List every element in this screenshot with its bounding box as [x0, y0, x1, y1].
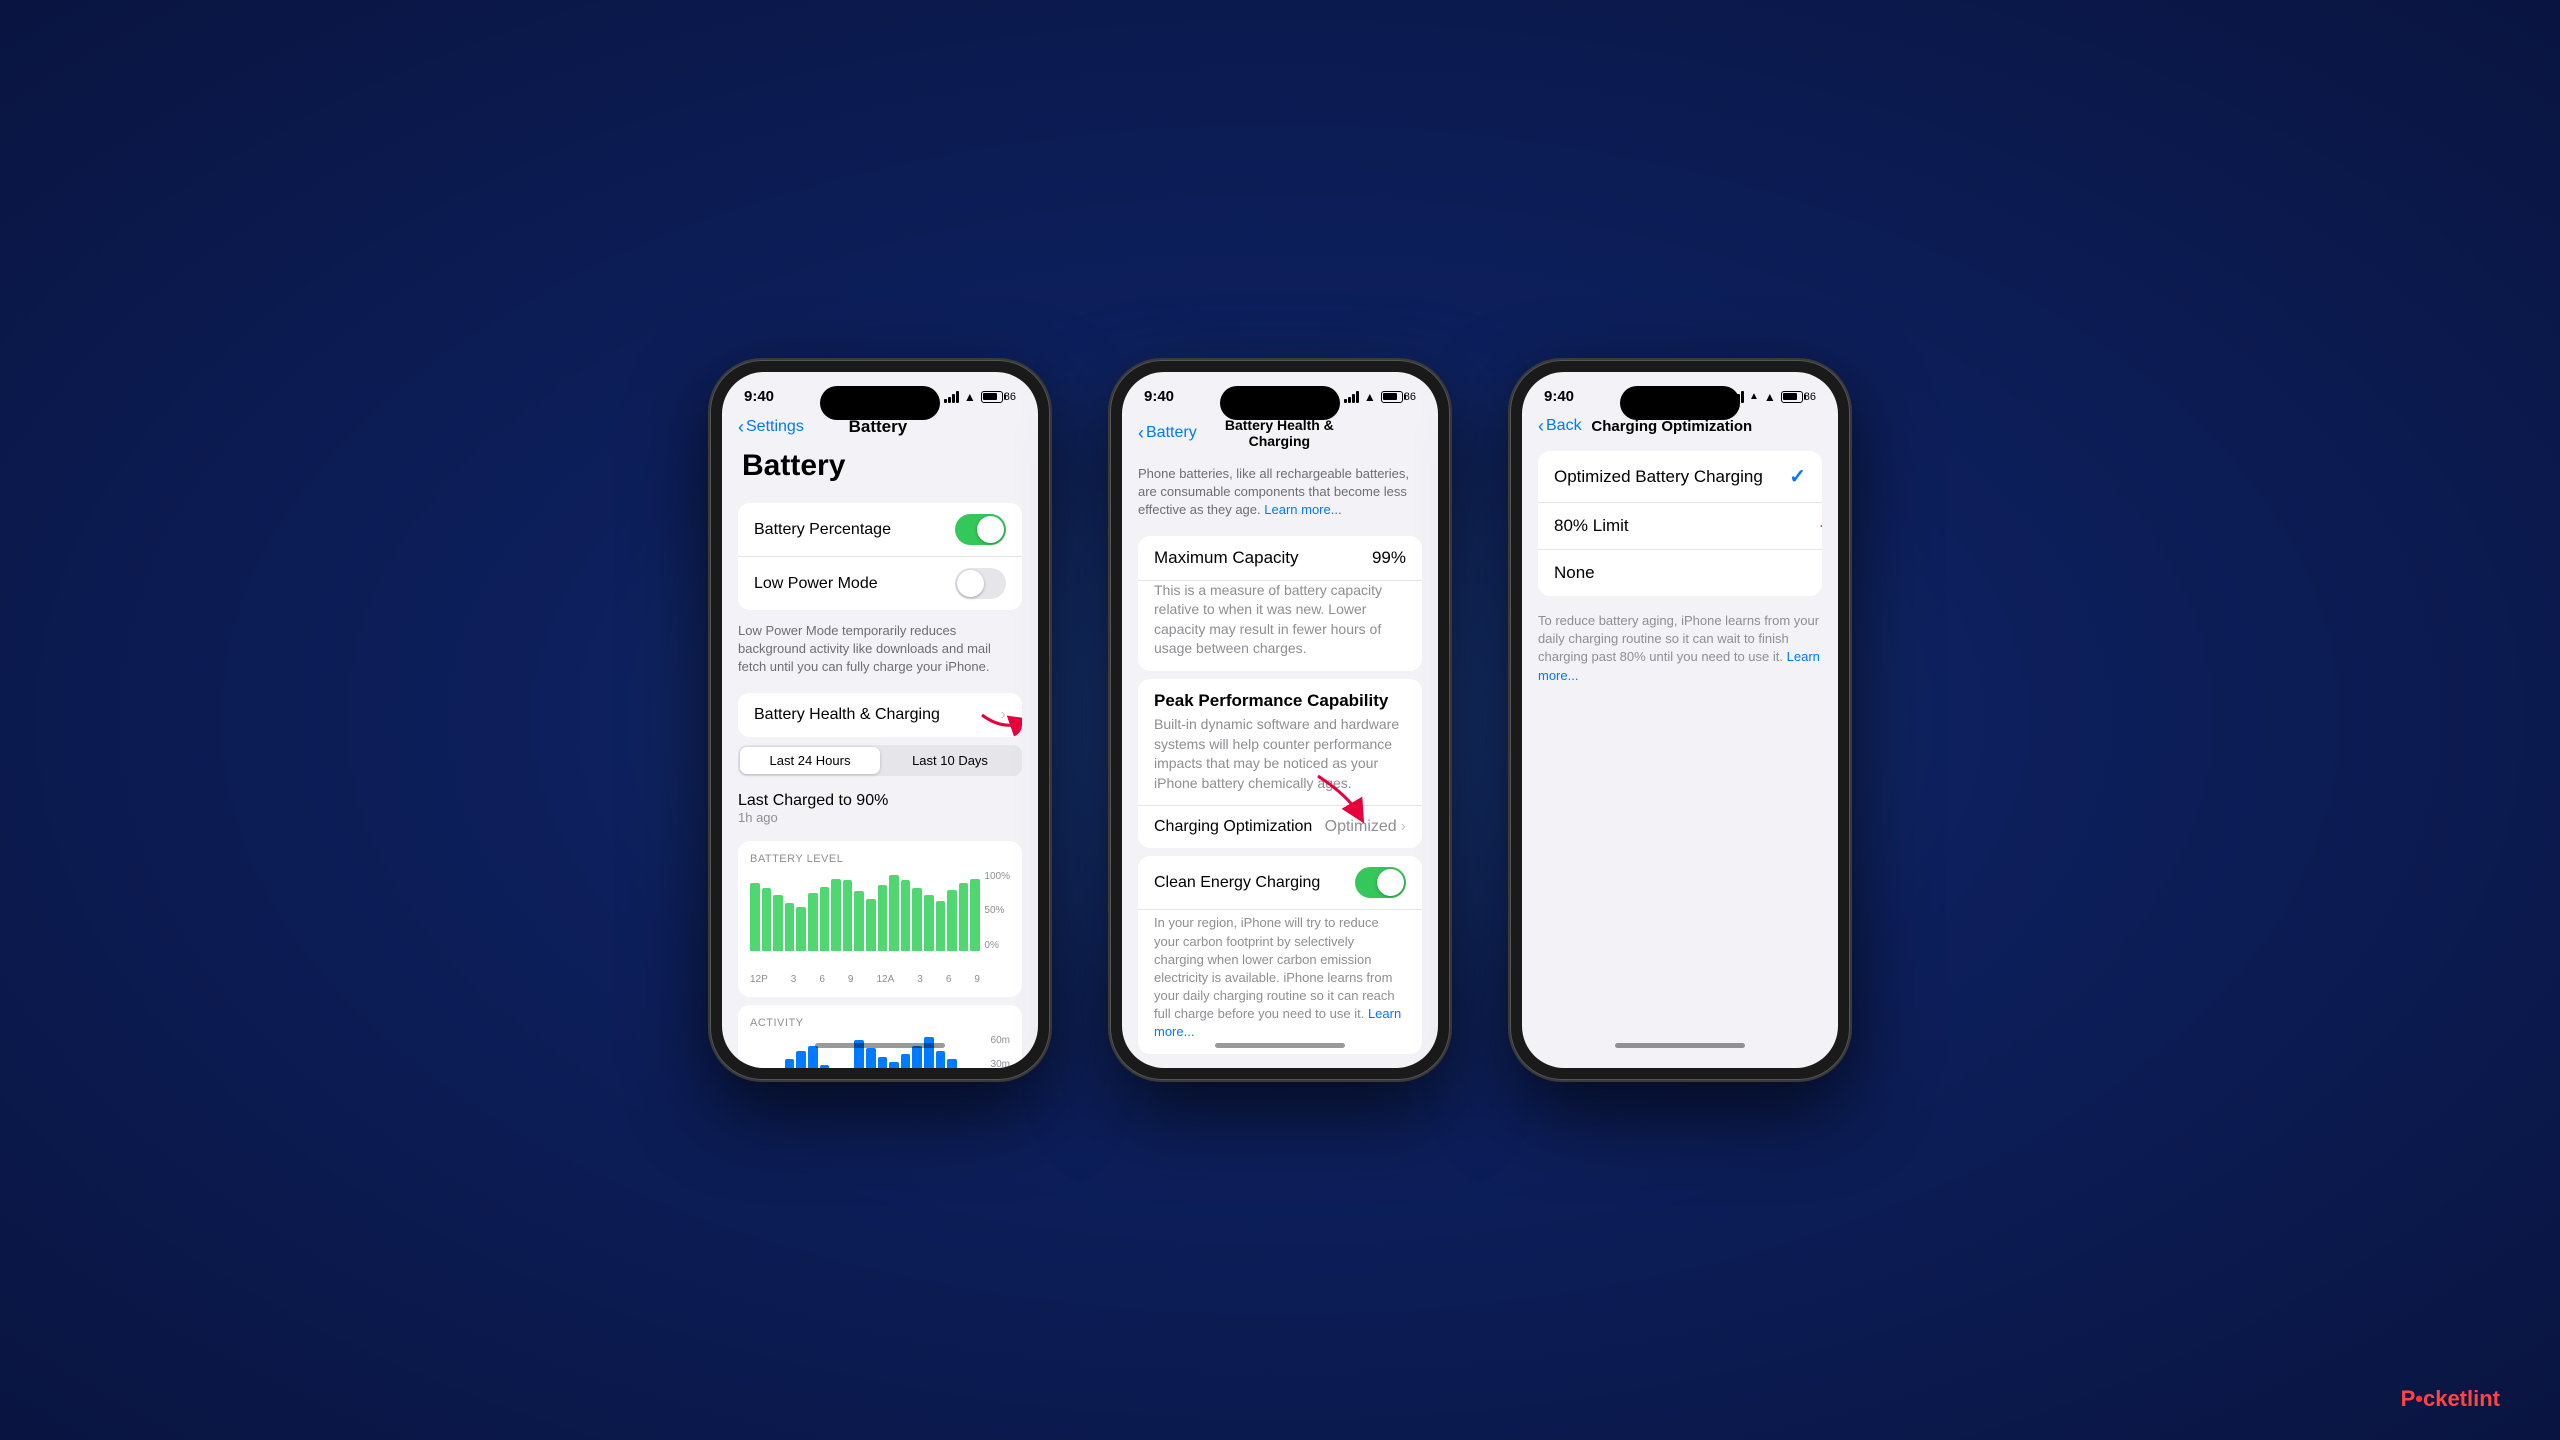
peak-label: Peak Performance Capability [1154, 691, 1388, 710]
battery-health-label: Battery Health & Charging [754, 706, 1001, 724]
opt-80-item[interactable]: 80% Limit [1538, 503, 1822, 550]
dynamic-island-3 [1620, 386, 1740, 420]
battery-percentage-item[interactable]: Battery Percentage [738, 503, 1022, 557]
nav-title-2: Battery Health & Charging [1197, 417, 1362, 449]
activity-container: 60m 30m 0m [750, 1035, 1010, 1068]
learn-more-1[interactable]: Learn more... [1264, 502, 1341, 517]
battery-status-3: 86 [1781, 391, 1816, 403]
max-capacity-block: Maximum Capacity 99% This is a measure o… [1138, 536, 1422, 671]
opt-80-label: 80% Limit [1554, 516, 1629, 536]
clean-energy-block: Clean Energy Charging In your region, iP… [1138, 856, 1422, 1053]
phone-2: 9:40 ▲ 86 [1110, 360, 1450, 1080]
phone-shell-2: 9:40 ▲ 86 [1110, 360, 1450, 1080]
wifi-icon-3: ▲ [1764, 390, 1776, 404]
clean-energy-label: Clean Energy Charging [1154, 874, 1355, 892]
battery-level-chart: BATTERY LEVEL [738, 841, 1022, 997]
max-capacity-label: Maximum Capacity [1154, 548, 1299, 568]
activity-label: ACTIVITY [750, 1017, 1010, 1029]
peak-performance-block: Peak Performance Capability Built-in dyn… [1138, 679, 1422, 848]
peak-desc: Built-in dynamic software and hardware s… [1138, 715, 1422, 805]
phone-screen-1: 9:40 ▲ 86 [722, 372, 1038, 1068]
low-power-label: Low Power Mode [754, 575, 955, 593]
battery-x-labels: 12P 3 6 9 12A 3 6 9 [750, 974, 1010, 985]
nav-title-1: Battery [804, 417, 952, 437]
battery-health-item[interactable]: Battery Health & Charging › [738, 693, 1022, 737]
battery-level-container: 100% 50% 0% [750, 871, 1010, 971]
status-time-2: 9:40 [1144, 388, 1174, 405]
charged-sub: 1h ago [738, 810, 1022, 825]
clean-energy-toggle[interactable] [1355, 867, 1406, 898]
charging-opt-row[interactable]: Charging Optimization Optimized › [1138, 805, 1422, 848]
battery-health-chevron: › [1001, 706, 1006, 724]
charged-title: Last Charged to 90% [738, 792, 1022, 810]
phone-screen-3: 9:40 ▲ ▲ 86 [1522, 372, 1838, 1068]
wifi-icon-2: ▲ [1364, 390, 1376, 404]
battery-y-labels: 100% 50% 0% [984, 871, 1010, 951]
health-intro-text: Phone batteries, like all rechargeable b… [1122, 457, 1438, 528]
status-icons-3: ▲ ▲ 86 [1729, 390, 1816, 404]
wifi-icon-1: ▲ [964, 390, 976, 404]
back-button-1[interactable]: ‹ Settings [738, 418, 804, 436]
status-time-3: 9:40 [1544, 388, 1574, 405]
back-button-3[interactable]: ‹ Back [1538, 417, 1582, 435]
back-button-2[interactable]: ‹ Battery [1138, 424, 1197, 442]
opt-optimized-check: ✓ [1789, 464, 1806, 489]
charged-info: Last Charged to 90% 1h ago [722, 784, 1038, 833]
battery-percentage-toggle[interactable] [955, 514, 1006, 545]
activity-chart: ACTIVITY [738, 1005, 1022, 1068]
location-icon-3: ▲ [1749, 391, 1759, 402]
low-power-mode-item[interactable]: Low Power Mode [738, 557, 1022, 610]
status-icons-2: ▲ 86 [1344, 390, 1416, 404]
status-time-1: 9:40 [744, 388, 774, 405]
battery-status-1: 86 [981, 391, 1016, 403]
charging-options-group: Optimized Battery Charging ✓ 80% Limit [1538, 451, 1822, 596]
signal-icon-1 [944, 391, 959, 403]
status-icons-1: ▲ 86 [944, 390, 1016, 404]
pocketlint-p: P [2401, 1386, 2416, 1411]
activity-bars [750, 1035, 1010, 1068]
activity-y-labels: 60m 30m 0m [991, 1035, 1010, 1068]
phone-1: 9:40 ▲ 86 [710, 360, 1050, 1080]
capacity-row: Maximum Capacity 99% [1138, 536, 1422, 581]
charging-opt-desc: To reduce battery aging, iPhone learns f… [1522, 604, 1838, 693]
charging-opt-chevron: › [1401, 818, 1406, 836]
page-large-title-1: Battery [722, 445, 1038, 495]
dynamic-island-2 [1220, 386, 1340, 420]
time-segmented-control: Last 24 Hours Last 10 Days [738, 745, 1022, 776]
nav-title-3: Charging Optimization [1582, 418, 1762, 435]
opt-optimized-label: Optimized Battery Charging [1554, 467, 1763, 487]
battery-status-2: 86 [1381, 391, 1416, 403]
opt-none-item[interactable]: None [1538, 550, 1822, 596]
phone-3: 9:40 ▲ ▲ 86 [1510, 360, 1850, 1080]
battery-level-label: BATTERY LEVEL [750, 853, 1010, 865]
max-capacity-value: 99% [1372, 548, 1406, 568]
charging-opt-label: Charging Optimization [1154, 818, 1312, 836]
dynamic-island-1 [820, 386, 940, 420]
low-power-toggle[interactable] [955, 568, 1006, 599]
opt-none-label: None [1554, 563, 1595, 583]
battery-percentage-label: Battery Percentage [754, 521, 955, 539]
pocketlint-logo: P•cketlint [2401, 1386, 2500, 1412]
arrow-3 [1812, 511, 1822, 541]
opt-optimized-item[interactable]: Optimized Battery Charging ✓ [1538, 451, 1822, 503]
battery-bars [750, 871, 1010, 951]
max-capacity-desc: This is a measure of battery capacity re… [1138, 581, 1422, 671]
battery-settings-group: Battery Percentage Low Power Mode [738, 503, 1022, 610]
charging-opt-value: Optimized [1325, 818, 1397, 836]
low-power-desc: Low Power Mode temporarily reduces backg… [722, 618, 1038, 685]
last-24h-tab[interactable]: Last 24 Hours [740, 747, 880, 774]
signal-icon-2 [1344, 391, 1359, 403]
phone-screen-2: 9:40 ▲ 86 [1122, 372, 1438, 1068]
clean-energy-item[interactable]: Clean Energy Charging [1138, 856, 1422, 910]
battery-health-group: Battery Health & Charging › [738, 693, 1022, 737]
phone-shell-3: 9:40 ▲ ▲ 86 [1510, 360, 1850, 1080]
phone-shell-1: 9:40 ▲ 86 [710, 360, 1050, 1080]
last-10d-tab[interactable]: Last 10 Days [880, 747, 1020, 774]
clean-energy-desc: In your region, iPhone will try to reduc… [1138, 910, 1422, 1053]
